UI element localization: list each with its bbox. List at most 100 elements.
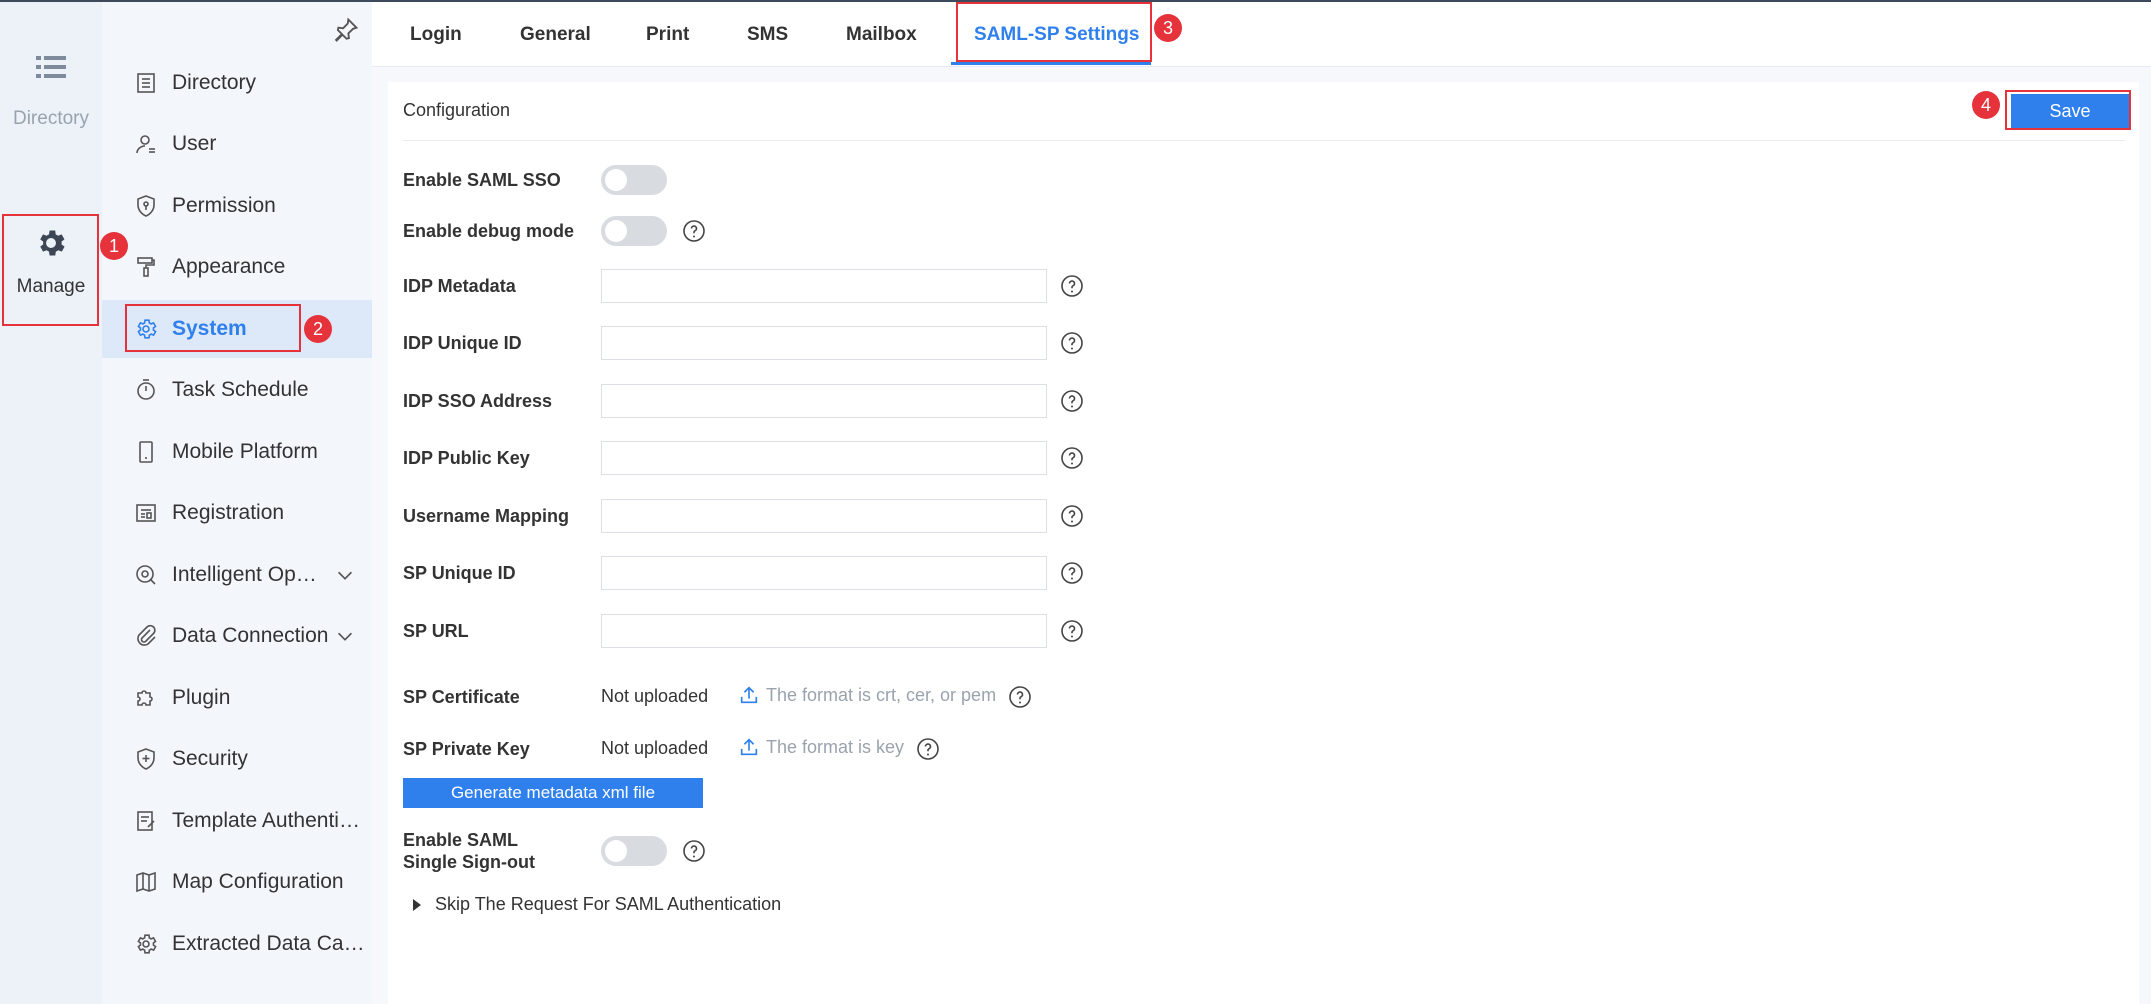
annotation-badge-4: 4 [1972,91,2000,119]
sidebar-item-label: Extracted Data Ca… [172,932,365,955]
sp-certificate-status: Not uploaded [601,686,709,706]
help-icon[interactable] [1060,504,1084,528]
sp-certificate-label: SP Certificate [403,687,520,707]
list-icon [36,56,66,78]
sidebar-item-label: Registration [172,501,285,524]
help-icon[interactable] [682,219,706,243]
save-button[interactable]: Save [2011,94,2129,128]
gear-icon [40,230,65,256]
help-icon[interactable] [1060,331,1084,355]
idp-sso-address-input[interactable] [601,384,1047,418]
idp-public-key-input[interactable] [601,441,1047,475]
tab-mailbox[interactable]: Mailbox [846,2,917,66]
label-line-1: Enable SAML [403,830,519,850]
help-icon[interactable] [1060,389,1084,413]
tab-saml-sp-settings[interactable]: SAML-SP Settings [974,2,1139,66]
map-icon [136,871,156,893]
chevron-down-icon[interactable] [334,564,356,586]
annotation-badge-1: 1 [100,232,128,260]
enable-saml-sso-toggle[interactable] [601,165,667,195]
sidebar-item-user[interactable]: User [102,115,372,173]
sp-private-key-label: SP Private Key [403,739,530,759]
gear-icon [137,934,157,954]
sidebar-item-permission[interactable]: Permission [102,177,372,235]
skip-request-collapse[interactable]: Skip The Request For SAML Authentication [413,894,781,915]
paperclip-icon [137,624,156,646]
sidebar-item-label: Intelligent Ope… [172,563,327,586]
skip-request-label: Skip The Request For SAML Authentication [435,894,782,914]
enable-saml-single-signout-toggle[interactable] [601,836,667,866]
sidebar-item-label: Security [172,747,248,770]
divider [403,140,2125,141]
upload-hint: The format is crt, cer, or pem [766,684,997,705]
document-list-icon [137,73,155,93]
toggle-knob [605,840,627,862]
stopwatch-icon [137,379,155,400]
rail-item-directory[interactable]: Directory [0,54,102,130]
mobile-icon [139,441,153,463]
tab-login[interactable]: Login [410,2,462,66]
sidebar-item-map-configuration[interactable]: Map Configuration [102,853,372,911]
puzzle-icon [137,690,153,706]
idp-metadata-input[interactable] [601,269,1047,303]
idp-unique-id-input[interactable] [601,326,1047,360]
sidebar-item-registration[interactable]: Registration [102,484,372,542]
tab-bar: Login General Print SMS Mailbox SAML-SP … [372,2,2151,67]
chevron-down-icon[interactable] [334,625,356,647]
tab-general[interactable]: General [520,2,591,66]
enable-saml-sso-label: Enable SAML SSO [403,170,561,190]
enable-debug-mode-toggle[interactable] [601,216,667,246]
sidebar-item-label: Map Configuration [172,870,344,893]
upload-icon [740,686,758,704]
sidebar-item-intelligent-ops[interactable]: Intelligent Ope… [102,546,372,604]
gear-icon [137,319,157,339]
help-icon[interactable] [1060,619,1084,643]
enable-saml-single-signout-label: Enable SAML Single Sign-out [403,829,535,873]
username-mapping-input[interactable] [601,499,1047,533]
generate-metadata-button[interactable]: Generate metadata xml file [403,778,703,808]
main-content: Login General Print SMS Mailbox SAML-SP … [372,2,2151,1004]
help-icon[interactable] [1008,685,1032,709]
paint-roller-icon [137,257,155,277]
sp-private-key-upload[interactable]: The format is key [738,736,904,758]
sidebar-item-template-authentication[interactable]: Template Authentic… [102,792,372,850]
sp-certificate-upload[interactable]: The format is crt, cer, or pem [738,684,996,706]
rail-item-manage[interactable]: Manage [0,216,102,328]
tab-sms[interactable]: SMS [747,2,788,66]
sidebar-item-plugin[interactable]: Plugin [102,669,372,727]
sidebar-item-data-connection[interactable]: Data Connection [102,607,372,665]
sidebar-item-label: Task Schedule [172,378,309,401]
sp-unique-id-label: SP Unique ID [403,563,516,583]
sidebar-item-label: Plugin [172,686,231,709]
sp-unique-id-input[interactable] [601,556,1047,590]
tab-print[interactable]: Print [646,2,689,66]
idp-unique-id-label: IDP Unique ID [403,333,522,353]
sidebar: Directory User Permission Appearance Sys… [102,2,372,1004]
sidebar-item-task-schedule[interactable]: Task Schedule [102,361,372,419]
sidebar-item-appearance[interactable]: Appearance [102,238,372,296]
help-icon[interactable] [1060,561,1084,585]
pin-icon[interactable] [332,16,360,44]
annotation-badge-3: 3 [1154,14,1182,42]
panel-title: Configuration [403,100,511,120]
template-auth-icon [137,811,155,831]
help-icon[interactable] [1060,446,1084,470]
sp-url-input[interactable] [601,614,1047,648]
help-icon[interactable] [1060,274,1084,298]
sidebar-item-label: System [172,317,247,340]
help-icon[interactable] [682,839,706,863]
caret-right-icon [413,898,421,911]
rail-item-label: Manage [16,276,86,297]
username-mapping-label: Username Mapping [403,506,570,526]
sp-url-label: SP URL [403,621,469,641]
sidebar-item-directory[interactable]: Directory [102,54,372,112]
active-tab-indicator [951,62,1151,65]
sidebar-item-mobile-platform[interactable]: Mobile Platform [102,423,372,481]
shield-plus-icon [137,748,155,770]
help-icon[interactable] [916,737,940,761]
sidebar-item-security[interactable]: Security [102,730,372,788]
toggle-knob [605,220,627,242]
sidebar-item-label: Appearance [172,255,286,278]
sidebar-item-extracted-data[interactable]: Extracted Data Ca… [102,915,372,973]
intelligent-ops-icon [136,565,156,585]
